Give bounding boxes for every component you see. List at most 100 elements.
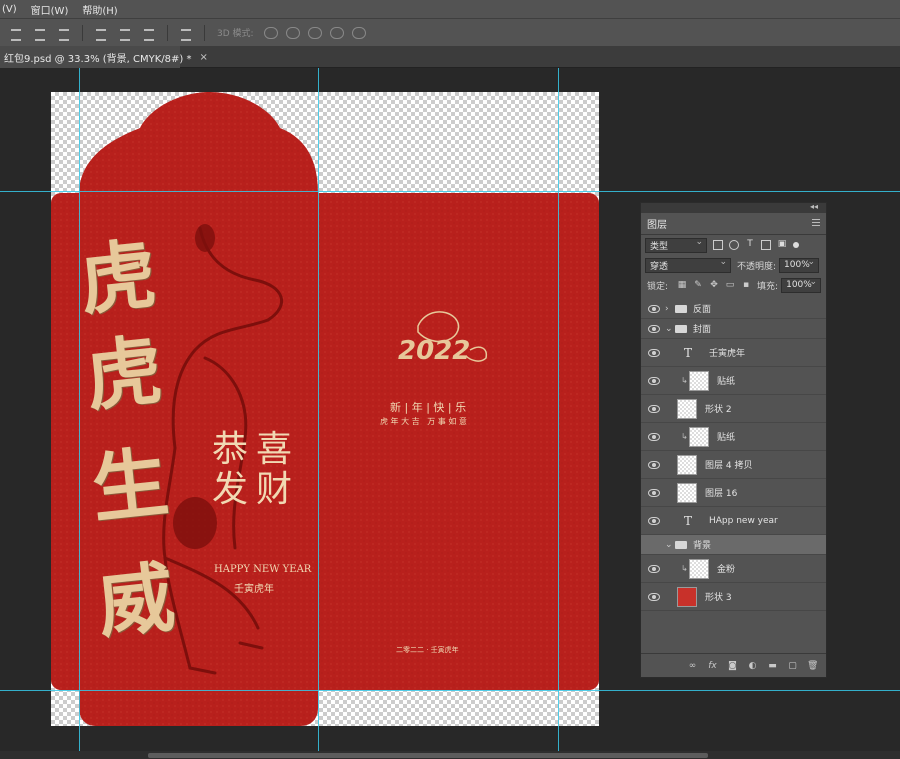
close-icon[interactable]: × (199, 52, 207, 63)
front-year-text: 壬寅虎年 (234, 584, 274, 595)
lock-label: 锁定: (647, 281, 669, 292)
layer-row[interactable]: ↳ 贴纸 (641, 367, 826, 395)
layer-row[interactable]: T HApp new year (641, 507, 826, 535)
layer-name: 壬寅虎年 (709, 349, 746, 359)
blend-row: 穿透 不透明度: 100% (641, 255, 826, 275)
filter-type-icon[interactable]: T (745, 240, 755, 250)
layer-name: 贴纸 (717, 433, 736, 443)
link-icon[interactable]: ∞ (687, 661, 698, 671)
eye-icon[interactable] (648, 324, 660, 333)
filter-pixel-icon[interactable] (713, 240, 723, 250)
folder-icon[interactable]: ▬ (767, 661, 778, 671)
eye-icon[interactable] (648, 592, 660, 601)
eye-icon[interactable] (648, 488, 660, 497)
calligraphy-char: 虎 (75, 229, 161, 326)
collapse-icon[interactable]: ◂◂ (810, 202, 818, 211)
document-tab[interactable]: 红包9.psd @ 33.3% (背景, CMYK/8#) * × (0, 46, 208, 68)
blend-mode-select[interactable]: 穿透 (645, 257, 731, 273)
3d-scale-icon[interactable] (351, 26, 366, 39)
photoshop-window: (V) 窗口(W) 帮助(H) 3D 模式: 红包9.psd @ 33.3% (… (0, 0, 900, 759)
layer-group-row[interactable]: › 反面 (641, 299, 826, 319)
3d-pan-icon[interactable] (307, 26, 322, 39)
new-layer-icon[interactable]: ▢ (787, 661, 798, 671)
panel-title[interactable]: 图层 (647, 216, 667, 231)
clip-icon: ↳ (681, 432, 688, 441)
options-bar: 3D 模式: (0, 18, 900, 46)
mask-icon[interactable]: ◙ (727, 661, 738, 671)
lock-transparent-icon[interactable]: ▦ (677, 280, 687, 290)
layer-row[interactable]: ↳ 金粉 (641, 555, 826, 583)
layer-thumbnail (677, 587, 697, 607)
eye-icon[interactable] (648, 348, 660, 357)
align-bottom-icon[interactable] (57, 27, 71, 41)
eye-icon[interactable] (648, 304, 660, 313)
layer-name: 封面 (693, 325, 712, 335)
auto-align-icon[interactable] (179, 27, 193, 41)
trash-icon[interactable]: 🗑 (807, 661, 818, 671)
3d-roll-icon[interactable] (285, 26, 300, 39)
menu-item-window[interactable]: 窗口(W) (31, 2, 69, 17)
layer-group-row-selected[interactable]: ⌄ 背景 (641, 535, 826, 555)
adjustment-icon[interactable]: ◐ (747, 661, 758, 671)
layer-thumbnail (689, 559, 709, 579)
filter-smart-icon[interactable]: ▣ (777, 240, 787, 250)
document-tab-title: 红包9.psd @ 33.3% (背景, CMYK/8#) * (4, 53, 192, 65)
distribute-right-icon[interactable] (142, 27, 156, 41)
panel-menu-icon[interactable] (812, 219, 820, 226)
eye-icon[interactable] (648, 432, 660, 441)
layer-name: 图层 16 (705, 489, 738, 499)
eye-icon[interactable] (648, 376, 660, 385)
separator (204, 24, 205, 41)
guide-horizontal (0, 690, 900, 691)
eye-icon[interactable] (648, 564, 660, 573)
layer-row[interactable]: ↳ 贴纸 (641, 423, 826, 451)
lock-position-icon[interactable]: ✥ (709, 280, 719, 290)
layer-row[interactable]: 图层 16 (641, 479, 826, 507)
eye-icon[interactable] (648, 460, 660, 469)
year-2022-text: 2022 (398, 336, 471, 366)
eye-icon[interactable] (648, 404, 660, 413)
menu-item-view[interactable]: (V) (2, 4, 17, 15)
separator (82, 24, 83, 41)
panel-collapse-bar[interactable]: ◂◂ (641, 202, 826, 213)
scrollbar-thumb[interactable] (148, 753, 708, 758)
text-layer-icon: T (684, 513, 693, 528)
blend-mode-value: 穿透 (650, 261, 669, 272)
align-top-icon[interactable] (9, 27, 23, 41)
guide-vertical (318, 68, 319, 751)
filter-kind-select[interactable]: 类型 (645, 237, 707, 253)
collapse-arrow-icon[interactable]: ⌄ (665, 324, 673, 334)
filter-adjustment-icon[interactable] (729, 240, 739, 250)
lock-artboard-icon[interactable]: ▭ (725, 280, 735, 290)
clip-icon: ↳ (681, 564, 688, 573)
3d-rotate-icon[interactable] (263, 26, 278, 39)
distribute-left-icon[interactable] (94, 27, 108, 41)
layer-name: 贴纸 (717, 377, 736, 387)
lock-all-icon[interactable]: ▪ (741, 280, 751, 290)
layer-name: HApp new year (709, 515, 778, 526)
layer-row[interactable]: 形状 2 (641, 395, 826, 423)
layer-row[interactable]: 形状 3 (641, 583, 826, 611)
collapse-arrow-icon[interactable]: ⌄ (665, 540, 673, 550)
3d-slide-icon[interactable] (329, 26, 344, 39)
lock-image-icon[interactable]: ✎ (693, 280, 703, 290)
layer-group-row[interactable]: ⌄ 封面 (641, 319, 826, 339)
opacity-input[interactable]: 100% (779, 257, 820, 273)
lock-row: 锁定: ▦ ✎ ✥ ▭ ▪ 填充: 100% (641, 275, 826, 295)
3d-mode-label: 3D 模式: (217, 29, 254, 39)
layer-row[interactable]: 图层 4 拷贝 (641, 451, 826, 479)
expand-arrow-icon[interactable]: › (665, 304, 669, 314)
layer-row[interactable]: T 壬寅虎年 (641, 339, 826, 367)
align-vcenter-icon[interactable] (33, 27, 47, 41)
fx-icon[interactable]: fx (707, 661, 718, 671)
clip-icon: ↳ (681, 376, 688, 385)
filter-shape-icon[interactable] (761, 240, 771, 250)
filter-toggle-icon[interactable] (793, 242, 799, 248)
fill-input[interactable]: 100% (781, 277, 822, 293)
menu-item-help[interactable]: 帮助(H) (82, 2, 117, 17)
eye-icon[interactable] (648, 516, 660, 525)
panel-header: 图层 (641, 213, 826, 235)
folder-icon (675, 304, 687, 313)
distribute-center-icon[interactable] (118, 27, 132, 41)
horizontal-scrollbar[interactable] (0, 751, 900, 759)
